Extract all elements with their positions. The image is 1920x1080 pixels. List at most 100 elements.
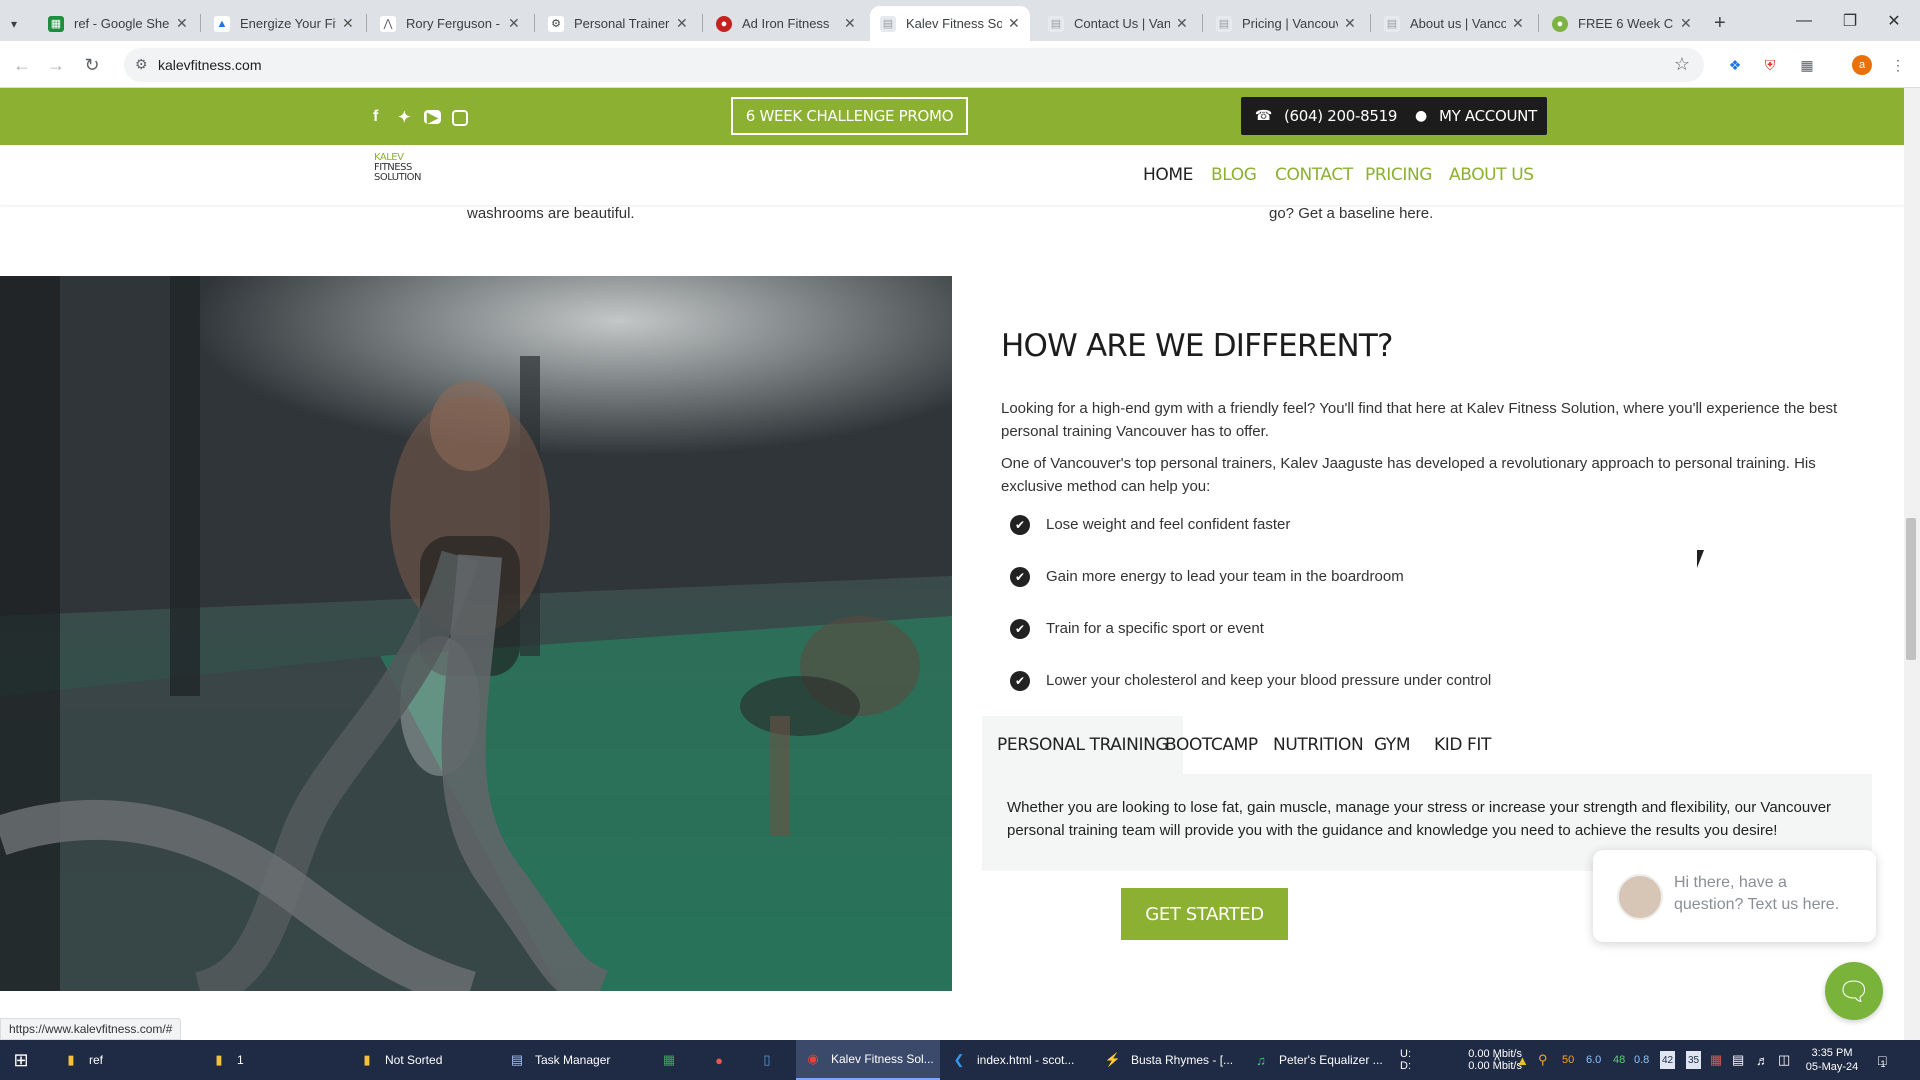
reload-button[interactable]: ↻ — [80, 53, 104, 77]
chat-prompt-bubble[interactable]: Hi there, have a question? Text us here. — [1593, 850, 1876, 942]
tray-badge: 42 — [1660, 1051, 1676, 1069]
tab-search-button[interactable]: ▾ — [0, 6, 36, 41]
twitter-icon[interactable]: ✦ — [398, 108, 411, 126]
facebook-icon[interactable]: f — [373, 108, 378, 126]
start-button[interactable]: ⊞ — [12, 1040, 39, 1080]
browser-tab[interactable]: ▤ About us | Vancou ✕ — [1374, 6, 1534, 41]
close-tab-icon[interactable]: ✕ — [1512, 15, 1524, 32]
search-icon[interactable]: ⚲ — [1538, 1040, 1548, 1080]
tab-gym[interactable]: GYM — [1359, 716, 1425, 774]
agent-avatar — [1617, 874, 1663, 920]
volume-icon[interactable]: ♬ — [1756, 1040, 1769, 1080]
nav-home[interactable]: HOME — [1143, 165, 1193, 185]
nav-contact[interactable]: CONTACT — [1275, 165, 1353, 185]
close-tab-icon[interactable]: ✕ — [844, 15, 856, 32]
app-icon: ▦ — [662, 1052, 676, 1067]
taskbar-item[interactable]: ❮ index.html - scot... — [950, 1040, 1075, 1080]
arrow-left-icon: ← — [13, 54, 31, 75]
close-tab-icon[interactable]: ✕ — [1176, 15, 1188, 32]
taskbar-app[interactable]: ▦ — [660, 1040, 687, 1080]
browser-tab[interactable]: ▦ ref - Google Shee ✕ — [38, 6, 198, 41]
close-window-button[interactable]: ✕ — [1868, 0, 1920, 41]
taskbar-item[interactable]: ▮ 1 — [210, 1040, 243, 1080]
checkmark-icon: ✔ — [1010, 671, 1030, 691]
back-button[interactable]: ← — [10, 53, 34, 77]
new-tab-button[interactable]: + — [1704, 6, 1740, 41]
gym-photo — [0, 276, 952, 991]
scrollbar-thumb[interactable] — [1906, 518, 1916, 660]
taskbar-item[interactable]: ▮ Not Sorted — [358, 1040, 442, 1080]
tray-app-icon[interactable]: ▦ — [1710, 1040, 1722, 1080]
nav-blog[interactable]: BLOG — [1211, 165, 1257, 185]
plus-icon: + — [1714, 12, 1726, 34]
youtube-icon[interactable]: ▶ — [424, 110, 441, 124]
site-icon: ▤ — [1384, 15, 1400, 32]
wifi-icon[interactable]: ▤ — [1732, 1040, 1744, 1080]
nav-about-us[interactable]: ABOUT US — [1449, 165, 1534, 185]
site-info-icon[interactable]: ⚙ — [135, 56, 148, 73]
taskbar-app[interactable]: ▯ — [758, 1040, 785, 1080]
site-logo[interactable]: KALEV FITNESS SOLUTION — [374, 153, 422, 197]
phone-button[interactable]: ☎ (604) 200-8519 — [1241, 97, 1411, 135]
tab-bootcamp[interactable]: BOOTCAMP — [1150, 716, 1273, 774]
tray-badge: 35 — [1686, 1051, 1702, 1069]
my-account-button[interactable]: ● MY ACCOUNT — [1405, 97, 1547, 135]
challenge-promo-button[interactable]: 6 WEEK CHALLENGE PROMO — [731, 97, 968, 135]
close-tab-icon[interactable]: ✕ — [176, 15, 188, 32]
browser-tab[interactable]: ⋀ Rory Ferguson - P ✕ — [370, 6, 530, 41]
web-page: f ✦ ▶ 6 WEEK CHALLENGE PROMO ☎ (604) 200… — [0, 88, 1904, 1040]
chat-launcher-button[interactable]: 🗨 — [1825, 962, 1883, 1020]
address-bar[interactable]: ⚙ kalevfitness.com ☆ — [124, 48, 1704, 82]
menu-kebab-icon[interactable]: ⋮ — [1888, 55, 1908, 75]
close-tab-icon[interactable]: ✕ — [342, 15, 354, 32]
checkmark-icon: ✔ — [1010, 567, 1030, 587]
clock[interactable]: 3:35 PM 05-May-24 — [1802, 1040, 1862, 1080]
benefit-item: Lower your cholesterol and keep your blo… — [1046, 672, 1492, 689]
taskbar-item-active[interactable]: ◉ Kalev Fitness Sol... — [796, 1040, 940, 1080]
browser-tab[interactable]: ▲ Energize Your Fitn ✕ — [204, 6, 364, 41]
chevron-up-icon[interactable]: ^ — [1494, 1040, 1500, 1080]
taskbar-item[interactable]: ⚡ Busta Rhymes - [... — [1104, 1040, 1233, 1080]
close-tab-icon[interactable]: ✕ — [1344, 15, 1356, 32]
task-manager-icon: ▤ — [510, 1052, 524, 1067]
service-tabs: PERSONAL TRAINING BOOTCAMP NUTRITION GYM… — [982, 716, 1872, 774]
browser-tab[interactable]: ▤ Contact Us | Vanc ✕ — [1038, 6, 1198, 41]
extension-icon[interactable]: ❖ — [1725, 55, 1745, 75]
browser-tab[interactable]: ▤ Pricing | Vancouve ✕ — [1206, 6, 1366, 41]
shield-extension-icon[interactable]: ⛨ — [1760, 55, 1780, 75]
url-text[interactable]: kalevfitness.com — [158, 57, 261, 73]
puzzle-extensions-icon[interactable]: ▦ — [1797, 55, 1817, 75]
prev-section-text-left: washrooms are beautiful. — [467, 205, 635, 222]
get-started-button[interactable]: GET STARTED — [1121, 888, 1288, 940]
taskbar-item[interactable]: ▤ Task Manager — [508, 1040, 611, 1080]
browser-tab-active[interactable]: ▤ Kalev Fitness Solu ✕ — [870, 6, 1030, 41]
instagram-icon[interactable] — [452, 110, 468, 126]
equalizer-icon: ♫ — [1256, 1052, 1266, 1068]
restore-icon: ❐ — [1842, 12, 1858, 30]
nav-pricing[interactable]: PRICING — [1365, 165, 1432, 185]
sheets-icon: ▦ — [48, 15, 64, 32]
status-link-preview: https://www.kalevfitness.com/# — [0, 1018, 182, 1040]
close-tab-icon[interactable]: ✕ — [676, 15, 688, 32]
taskbar-app[interactable]: ● — [710, 1040, 737, 1080]
browser-tab[interactable]: ● Ad Iron Fitness ✕ — [706, 6, 866, 41]
close-tab-icon[interactable]: ✕ — [1008, 15, 1020, 32]
taskbar-item[interactable]: ▮ ref — [62, 1040, 103, 1080]
network-icon[interactable]: ◫ — [1778, 1040, 1790, 1080]
profile-avatar[interactable]: a — [1852, 55, 1872, 75]
notification-icon[interactable]: □ 1 — [1878, 1040, 1886, 1080]
browser-tab[interactable]: ⚙ Personal Trainer V ✕ — [538, 6, 698, 41]
forward-button[interactable]: → — [44, 53, 68, 77]
prev-section-text-right: go? Get a baseline here. — [1269, 205, 1434, 222]
tab-kid-fit[interactable]: KID FIT — [1419, 716, 1506, 774]
close-tab-icon[interactable]: ✕ — [508, 15, 520, 32]
checkmark-icon: ✔ — [1010, 619, 1030, 639]
tray-app-icon[interactable]: ▲ — [1516, 1040, 1529, 1080]
taskbar-item[interactable]: ♫ Peter's Equalizer ... — [1252, 1040, 1383, 1080]
site-icon: ● — [716, 15, 732, 32]
app-icon: ● — [715, 1052, 723, 1068]
browser-tab[interactable]: ● FREE 6 Week Chal ✕ — [1542, 6, 1702, 41]
site-icon: ▲ — [214, 15, 230, 32]
bookmark-star-icon[interactable]: ☆ — [1674, 54, 1690, 75]
close-tab-icon[interactable]: ✕ — [1680, 15, 1692, 32]
